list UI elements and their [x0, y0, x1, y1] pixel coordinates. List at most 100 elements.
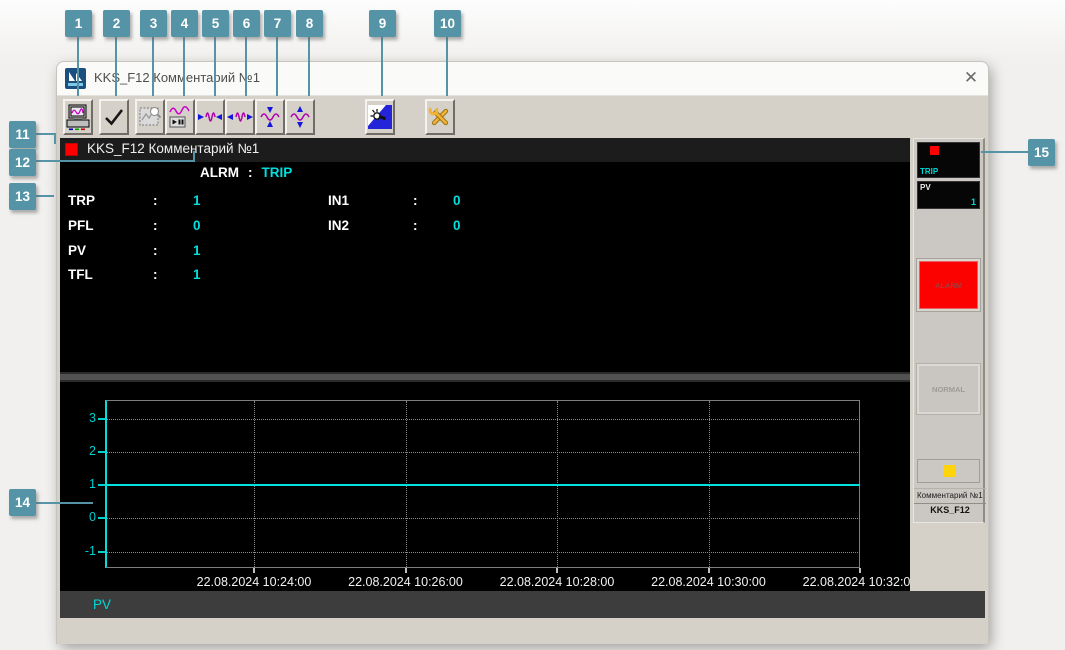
- chart-ytick: [98, 450, 105, 453]
- status-panel: ALRM: TRIP TRP:1 PFL:0 PV:1 TFL:1 IN1:0 I…: [60, 162, 910, 372]
- expand-vertical-button[interactable]: [285, 99, 315, 135]
- tools-icon: [428, 105, 449, 126]
- field-row-trp: TRP:1: [68, 193, 201, 208]
- pv-value-box: PV 1: [917, 181, 980, 209]
- compress-horizontal-button[interactable]: [195, 99, 225, 135]
- print-screen-icon: [66, 104, 90, 130]
- chart-xtick: [707, 568, 710, 573]
- sidebar-kks-label: KKS_F12: [930, 505, 970, 515]
- yellow-indicator-box: [917, 459, 980, 483]
- expand-horizontal-icon: [227, 112, 253, 122]
- callout-line-4: [183, 37, 185, 96]
- chart-ytick: [98, 484, 105, 486]
- callout-badge-11: 11: [9, 121, 36, 148]
- pv-box-label: PV: [920, 183, 931, 192]
- chart-xtick: [404, 568, 407, 573]
- chart-xlab: 22.08.2024 10:26:00: [348, 575, 463, 589]
- callout-line-12a: [36, 160, 195, 162]
- alarm-state-label: ALRM: [200, 165, 239, 180]
- mini-faceplate-panel: TRIP PV 1 ALARM NORMAL Комментарий №1 KK…: [913, 138, 986, 523]
- field-row-pfl: PFL:0: [68, 218, 201, 233]
- callout-badge-8: 8: [296, 10, 323, 37]
- trip-indicator-label: TRIP: [920, 167, 939, 176]
- normal-state-button[interactable]: NORMAL: [917, 364, 980, 414]
- chart-xlab: 22.08.2024 10:32:00: [802, 575, 910, 589]
- chart-ylab: 1: [89, 477, 96, 491]
- faceplate-window: KKS_F12 Комментарий №1 ✕ KKS_F12 Коммент…: [57, 62, 988, 644]
- chart-xtick: [253, 568, 255, 573]
- callout-line-9: [381, 37, 383, 96]
- pv-box-value: 1: [970, 197, 976, 207]
- callout-badge-3: 3: [140, 10, 167, 37]
- callout-badge-12: 12: [9, 149, 36, 176]
- expand-vertical-icon: [290, 106, 310, 128]
- chart-xtick: [556, 568, 558, 573]
- chart-xlab: 22.08.2024 10:28:00: [499, 575, 615, 589]
- tools-button[interactable]: [425, 99, 455, 135]
- chart-dataline: [107, 484, 860, 486]
- chart-ytick: [98, 417, 105, 420]
- confirm-button[interactable]: [99, 99, 129, 135]
- chart-hgrid: [107, 551, 860, 553]
- trend-pause-button[interactable]: [165, 99, 195, 135]
- print-screen-button[interactable]: [63, 99, 93, 135]
- callout-badge-2: 2: [103, 10, 130, 37]
- callout-line-7: [276, 37, 278, 96]
- yellow-indicator-square: [942, 465, 955, 477]
- field-row-in1: IN1:0: [328, 193, 461, 208]
- field-row-tfl: TFL:1: [68, 267, 201, 282]
- callout-line-8: [308, 37, 310, 96]
- snapshot-icon: [139, 107, 162, 126]
- chart-ylab: 0: [89, 510, 96, 525]
- callout-line-5: [214, 37, 216, 96]
- tag-header: KKS_F12 Комментарий №1: [60, 138, 910, 162]
- chart-ylab: -1: [84, 543, 96, 558]
- callout-line-6: [245, 37, 247, 96]
- callout-line-15: [981, 151, 1028, 153]
- trip-indicator-box: TRIP: [917, 142, 980, 178]
- alarm-state-value: TRIP: [261, 165, 293, 180]
- alarm-indicator-square: [65, 143, 78, 156]
- sidebar-comment-label: Комментарий №1: [914, 488, 986, 504]
- callout-badge-1: 1: [65, 10, 92, 37]
- chart-xlab: 22.08.2024 10:24:00: [196, 575, 312, 589]
- theme-toggle-button[interactable]: [365, 99, 395, 135]
- chart-ylab: 3: [89, 410, 96, 425]
- callout-line-12b: [193, 151, 195, 162]
- legend-pv-label: PV: [93, 597, 112, 612]
- chart-hgrid: [107, 518, 860, 520]
- chart-ytick: [98, 550, 105, 553]
- field-row-pv: PV:1: [68, 243, 201, 258]
- title-bar: KKS_F12 Комментарий №1 ✕: [57, 62, 988, 96]
- alarm-state-button[interactable]: ALARM: [917, 259, 980, 311]
- callout-line-1: [77, 37, 79, 96]
- trend-legend: PV: [60, 591, 985, 618]
- chart-xtick: [859, 568, 861, 573]
- field-row-in2: IN2:0: [328, 218, 461, 233]
- snapshot-button[interactable]: [135, 99, 165, 135]
- theme-toggle-icon: [368, 105, 392, 129]
- compress-vertical-icon: [260, 107, 280, 127]
- window-title: KKS_F12 Комментарий №1: [94, 70, 260, 85]
- callout-badge-9: 9: [369, 10, 396, 37]
- toolbar: [57, 96, 988, 138]
- trip-indicator-square: [930, 146, 939, 155]
- checkmark-icon: [105, 109, 124, 126]
- callout-line-14: [36, 502, 93, 504]
- chart-ytick: [98, 517, 105, 520]
- callout-badge-10: 10: [434, 10, 461, 37]
- compress-vertical-button[interactable]: [255, 99, 285, 135]
- expand-horizontal-button[interactable]: [225, 99, 255, 135]
- tag-header-title: KKS_F12 Комментарий №1: [87, 141, 260, 156]
- close-button[interactable]: ✕: [958, 65, 984, 91]
- callout-line-13: [36, 195, 54, 197]
- chart-hgrid: [107, 451, 860, 453]
- callout-line-3: [152, 37, 154, 96]
- callout-badge-13: 13: [9, 183, 36, 210]
- callout-badge-14: 14: [9, 489, 36, 516]
- panel-divider: [60, 372, 910, 382]
- trend-pause-icon: [169, 106, 190, 128]
- alarm-state-row: ALRM: TRIP: [200, 165, 293, 180]
- callout-line-2: [115, 37, 117, 96]
- chart-hgrid: [107, 418, 860, 420]
